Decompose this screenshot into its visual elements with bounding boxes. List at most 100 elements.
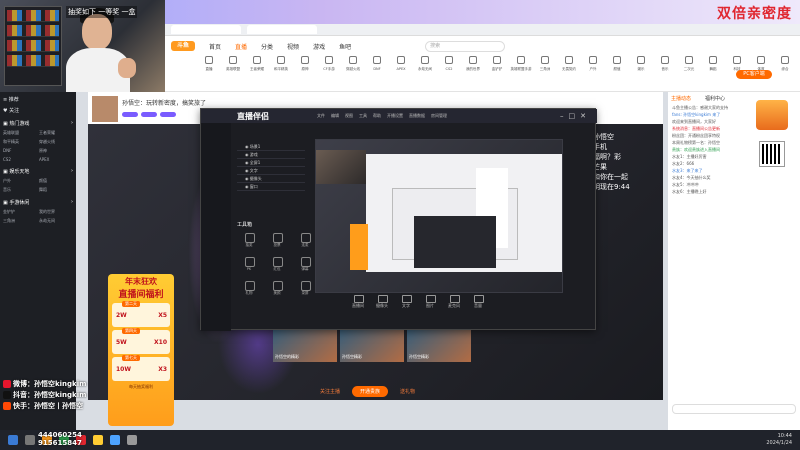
scene-item[interactable]: ◉ 全屏1 (237, 159, 305, 167)
social-row[interactable]: 微博：孙悟空kingkim (0, 378, 100, 389)
bar-item[interactable]: 音量 (471, 295, 485, 309)
category-item[interactable]: DNF (367, 56, 387, 78)
category-item[interactable]: 音乐 (655, 56, 675, 78)
category-item[interactable]: 英雄联盟 (223, 56, 243, 78)
scene-item[interactable]: ◉ 文字 (237, 167, 305, 175)
category-item[interactable]: 原神 (295, 56, 315, 78)
pc-client-button[interactable]: PC客户端 (736, 70, 772, 79)
tool-item[interactable]: 礼物 (237, 280, 261, 298)
tool-item[interactable]: 录屏 (293, 280, 317, 298)
sidebar-link[interactable]: 金铲铲 (3, 209, 37, 215)
category-item[interactable]: CF手游 (319, 56, 339, 78)
scene-item[interactable]: ◉ 摄像头 (237, 175, 305, 183)
nav-yuba[interactable]: 鱼吧 (339, 42, 351, 51)
follow-button[interactable]: 关注主播 (320, 388, 340, 395)
event-badge[interactable] (756, 100, 788, 130)
streamer-avatar[interactable] (92, 96, 118, 122)
tool-item[interactable]: 弹幕 (293, 256, 317, 274)
assistant-menu-item[interactable]: 视图 (345, 113, 353, 119)
sidebar-link[interactable]: 我的世界 (39, 209, 73, 215)
assistant-menu-item[interactable]: 直播数据 (409, 113, 425, 119)
tab-welfare[interactable]: 福利中心 (705, 95, 725, 102)
bar-item[interactable]: 直播间 (351, 295, 365, 309)
chat-input[interactable] (672, 404, 796, 414)
sidebar-link[interactable]: DNF (3, 148, 37, 154)
app-icon[interactable] (110, 435, 120, 445)
browser-tab[interactable] (247, 25, 317, 34)
assistant-menu-item[interactable]: 工具 (359, 113, 367, 119)
category-item[interactable]: 娱乐 (631, 56, 651, 78)
window-controls[interactable]: –□✕ (560, 112, 591, 120)
start-icon[interactable] (8, 435, 18, 445)
assistant-menu-item[interactable]: 开播设置 (387, 113, 403, 119)
tag[interactable] (160, 112, 176, 117)
nav-video[interactable]: 视频 (287, 42, 299, 51)
category-item[interactable]: 户外 (583, 56, 603, 78)
assistant-menu-item[interactable]: 房间管理 (431, 113, 447, 119)
nav-category[interactable]: 分类 (261, 42, 273, 51)
category-item[interactable]: 永劫无间 (415, 56, 435, 78)
site-logo[interactable]: 斗鱼 (171, 41, 195, 51)
category-item[interactable]: 舞蹈 (703, 56, 723, 78)
assistant-menu-item[interactable]: 帮助 (373, 113, 381, 119)
social-row[interactable]: 抖音：孙悟空kingkim (0, 389, 100, 400)
sidebar-link[interactable]: 穿越火线 (39, 139, 73, 145)
category-item[interactable]: 穿越火线 (343, 56, 363, 78)
nav-live[interactable]: 直播 (235, 42, 247, 51)
social-row[interactable]: 快手：孙悟空丨孙悟空 (0, 400, 100, 411)
welfare-card[interactable]: 年末狂欢 直播间福利 第二天 2W X5 第四天 5W X10 第七天 10W … (108, 274, 174, 426)
tool-item[interactable]: 红包 (265, 256, 289, 274)
sidebar-link[interactable]: 户外 (3, 178, 37, 184)
tag[interactable] (141, 112, 157, 117)
category-item[interactable]: 三角洲 (535, 56, 555, 78)
sidebar-link[interactable]: 和平精英 (3, 139, 37, 145)
sidebar-link[interactable]: APEX (39, 157, 73, 162)
scene-item[interactable]: ◉ 窗口 (237, 183, 305, 191)
scene-item[interactable]: ◉ 游戏 (237, 151, 305, 159)
sidebar-item-follow[interactable]: ♥ 关注 (3, 107, 73, 114)
tool-item[interactable]: 美颜 (265, 280, 289, 298)
browser-tab[interactable] (171, 25, 241, 34)
tool-item[interactable]: 投票 (265, 232, 289, 250)
bar-item[interactable]: 文字 (399, 295, 413, 309)
tool-item[interactable]: 抽奖 (237, 232, 261, 250)
bar-item[interactable]: 图片 (423, 295, 437, 309)
category-item[interactable]: 综合 (775, 56, 795, 78)
sidebar-link[interactable]: 永劫无间 (39, 218, 73, 224)
category-item[interactable]: 金铲铲 (487, 56, 507, 78)
category-item[interactable]: 我的世界 (463, 56, 483, 78)
tab-dynamic[interactable]: 主播动态 (671, 95, 691, 102)
category-item[interactable]: APEX (391, 56, 411, 78)
category-item[interactable]: CS2 (439, 56, 459, 78)
nav-games[interactable]: 游戏 (313, 42, 325, 51)
gift-button[interactable]: 送礼物 (400, 388, 415, 395)
search-icon[interactable] (25, 435, 35, 445)
tool-item[interactable]: PK (237, 256, 261, 274)
sidebar-item-home[interactable]: ≡ 推荐 (3, 96, 73, 103)
nav-home[interactable]: 首页 (209, 42, 221, 51)
scene-item[interactable]: ◉ 场景1 (237, 143, 305, 151)
bar-item[interactable]: 麦克风 (447, 295, 461, 309)
system-clock[interactable]: 10:44 2024/1/24 (766, 433, 792, 447)
video-thumb[interactable]: 孙悟空的精彩 (273, 330, 337, 362)
category-item[interactable]: 二次元 (679, 56, 699, 78)
sidebar-link[interactable]: 音乐 (3, 187, 37, 193)
bar-item[interactable]: 摄像头 (375, 295, 389, 309)
category-item[interactable]: 英雄联盟手游 (511, 56, 532, 78)
category-item[interactable]: 颜值 (607, 56, 627, 78)
category-item[interactable]: 无畏契约 (559, 56, 579, 78)
sidebar-link[interactable]: 舞蹈 (39, 187, 73, 193)
sidebar-link[interactable]: CS2 (3, 157, 37, 162)
sidebar-link[interactable]: 王者荣耀 (39, 130, 73, 136)
video-thumb[interactable]: 孙悟空精彩 (407, 330, 471, 362)
sidebar-link[interactable]: 原神 (39, 148, 73, 154)
sidebar-link[interactable]: 三角洲 (3, 218, 37, 224)
assistant-menu-item[interactable]: 文件 (317, 113, 325, 119)
sidebar-link[interactable]: 颜值 (39, 178, 73, 184)
app-icon[interactable] (93, 435, 103, 445)
tool-item[interactable]: 连麦 (293, 232, 317, 250)
tag[interactable] (122, 112, 138, 117)
assistant-menu-item[interactable]: 编辑 (331, 113, 339, 119)
app-icon[interactable] (127, 435, 137, 445)
sidebar-link[interactable]: 英雄联盟 (3, 130, 37, 136)
